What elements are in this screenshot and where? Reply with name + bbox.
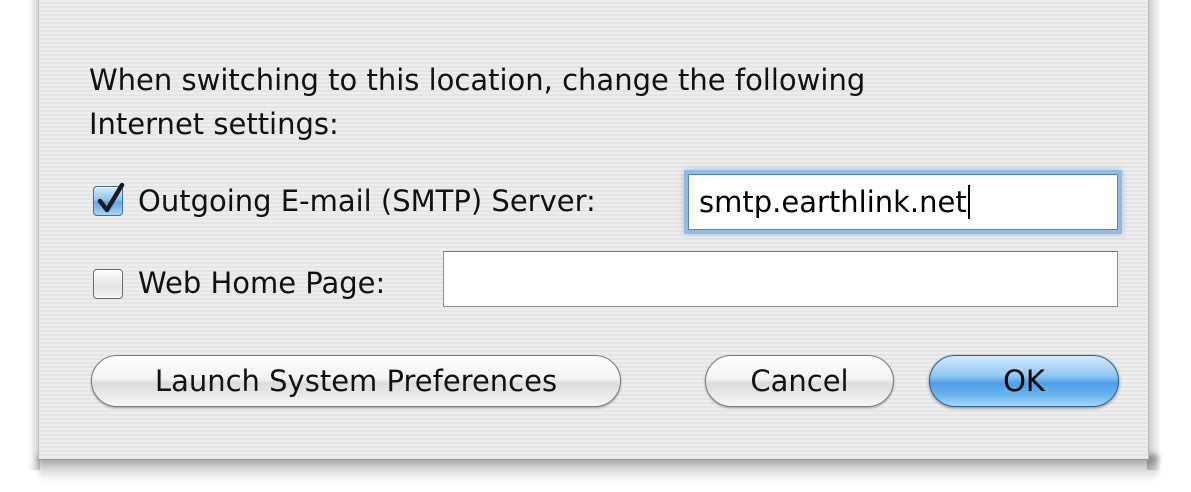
cancel-button[interactable]: Cancel — [705, 355, 894, 407]
dialog-message-line-1: When switching to this location, change … — [89, 63, 866, 97]
smtp-server-field[interactable]: smtp.earthlink.net — [688, 174, 1118, 230]
smtp-server-checkbox[interactable] — [93, 182, 125, 216]
dialog-message-line-2: Internet settings: — [89, 107, 339, 141]
smtp-server-value: smtp.earthlink.net — [699, 185, 967, 219]
text-caret — [967, 185, 970, 219]
web-home-page-checkbox[interactable] — [93, 269, 123, 299]
checkmark-icon — [97, 182, 125, 213]
dialog-message: When switching to this location, change … — [89, 58, 1049, 146]
location-settings-sheet: When switching to this location, change … — [38, 0, 1149, 460]
dialog-shadow-right — [1147, 0, 1161, 470]
smtp-server-label: Outgoing E-mail (SMTP) Server: — [138, 184, 596, 218]
web-home-page-field[interactable] — [443, 251, 1118, 307]
screen: When switching to this location, change … — [0, 0, 1191, 492]
ok-button[interactable]: OK — [929, 355, 1119, 407]
launch-system-preferences-button[interactable]: Launch System Preferences — [91, 355, 621, 407]
web-home-page-label: Web Home Page: — [138, 266, 386, 300]
